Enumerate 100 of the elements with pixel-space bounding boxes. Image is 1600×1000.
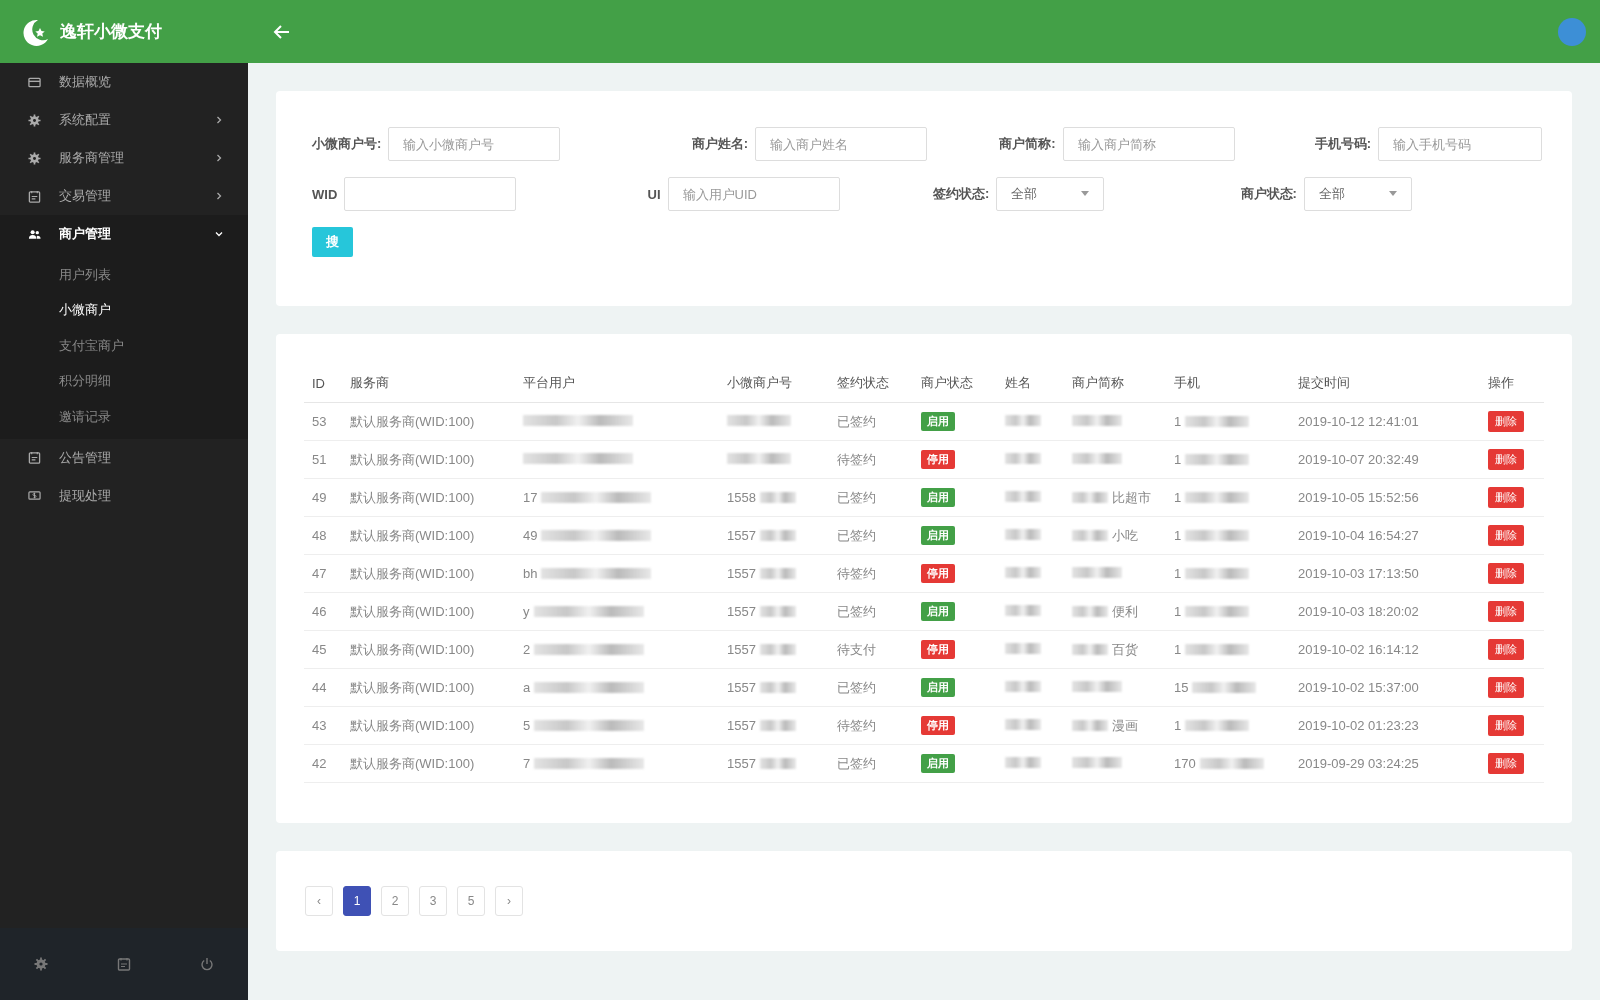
sidebar-item[interactable]: 系统配置 xyxy=(0,101,248,139)
column-header: 提交时间 xyxy=(1290,364,1480,403)
calendar-icon[interactable] xyxy=(117,957,131,971)
table-cell: 漫画 xyxy=(1112,716,1138,735)
redacted-text xyxy=(1005,415,1041,426)
filter-label: 签约状态: xyxy=(933,185,990,203)
table-cell: 2019-09-29 03:24:25 xyxy=(1290,744,1480,783)
delete-button[interactable]: 删除 xyxy=(1488,753,1524,774)
table-cell: 2019-10-02 01:23:23 xyxy=(1290,706,1480,745)
table-cell: 待支付 xyxy=(829,630,913,669)
redacted-text xyxy=(1072,644,1108,655)
filter-input[interactable]: 输入手机号码 xyxy=(1378,127,1542,161)
table-cell: 1558 xyxy=(727,490,756,505)
delete-button[interactable]: 删除 xyxy=(1488,525,1524,546)
redacted-text xyxy=(1005,681,1041,692)
table-cell: 2019-10-12 12:41:01 xyxy=(1290,402,1480,441)
redacted-text xyxy=(759,606,796,617)
table-cell: 1557 xyxy=(727,680,756,695)
settings-icon xyxy=(28,113,41,127)
settings-icon xyxy=(28,151,41,165)
redacted-text xyxy=(1185,720,1250,731)
delete-button[interactable]: 删除 xyxy=(1488,449,1524,470)
delete-button[interactable]: 删除 xyxy=(1488,639,1524,660)
submenu-item[interactable]: 邀请记录 xyxy=(0,399,248,435)
sidebar-item[interactable]: 商户管理 xyxy=(0,215,248,253)
page-button[interactable]: 2 xyxy=(381,886,409,916)
power-icon[interactable] xyxy=(199,957,214,971)
filter-input[interactable] xyxy=(344,177,517,211)
filter-label: UI xyxy=(647,186,661,202)
table-cell: a xyxy=(523,680,531,695)
filter-input[interactable]: 输入用户UID xyxy=(667,177,840,211)
page-button[interactable]: 1 xyxy=(343,886,371,916)
table-cell: 42 xyxy=(304,744,342,783)
delete-button[interactable]: 删除 xyxy=(1488,715,1524,736)
delete-button[interactable]: 删除 xyxy=(1488,563,1524,584)
table-cell: 待签约 xyxy=(829,554,913,593)
table-cell: 1 xyxy=(1174,566,1182,581)
table-cell: 2019-10-05 15:52:56 xyxy=(1290,478,1480,517)
delete-button[interactable]: 删除 xyxy=(1488,487,1524,508)
filter-input[interactable]: 输入商户姓名 xyxy=(755,127,927,161)
sidebar-item[interactable]: 公告管理 xyxy=(0,438,248,477)
money-icon xyxy=(28,489,41,502)
submenu-item[interactable]: 用户列表 xyxy=(0,257,248,293)
status-badge: 启用 xyxy=(921,412,955,431)
status-badge: 停用 xyxy=(921,640,955,659)
table-cell: 17 xyxy=(523,490,538,505)
column-header: 平台用户 xyxy=(515,364,719,403)
table-cell: 1557 xyxy=(727,642,756,657)
table-cell: 2019-10-04 16:54:27 xyxy=(1290,516,1480,555)
table-cell: 2019-10-03 18:20:02 xyxy=(1290,592,1480,631)
table-cell: 1 xyxy=(1174,528,1182,543)
redacted-text xyxy=(1005,605,1041,616)
sidebar-item[interactable]: 服务商管理 xyxy=(0,139,248,177)
redacted-text xyxy=(1072,567,1122,578)
filter-select[interactable]: 全部 xyxy=(1303,177,1412,211)
delete-button[interactable]: 删除 xyxy=(1488,601,1524,622)
delete-button[interactable]: 删除 xyxy=(1488,411,1524,432)
submenu-item[interactable]: 支付宝商户 xyxy=(0,328,248,364)
redacted-text xyxy=(1005,719,1041,730)
status-badge: 停用 xyxy=(921,564,955,583)
next-page-button[interactable]: › xyxy=(495,886,523,916)
column-header: 服务商 xyxy=(342,364,515,403)
table-cell: 15 xyxy=(1174,680,1189,695)
redacted-text xyxy=(1005,453,1041,464)
page-button[interactable]: 3 xyxy=(419,886,447,916)
redacted-text xyxy=(1072,681,1122,692)
sidebar-item[interactable]: 提现处理 xyxy=(0,476,248,515)
filter-label: 商户姓名: xyxy=(691,135,748,153)
submenu-item[interactable]: 积分明细 xyxy=(0,363,248,399)
redacted-text xyxy=(1185,416,1250,427)
redacted-text xyxy=(1072,453,1122,464)
table-cell: 45 xyxy=(304,630,342,669)
filter-input[interactable]: 输入小微商户号 xyxy=(388,127,561,161)
table-cell: 1 xyxy=(1174,452,1182,467)
table-cell: 7 xyxy=(523,756,531,771)
sidebar-item[interactable]: 交易管理 xyxy=(0,177,248,215)
page-button[interactable]: 5 xyxy=(457,886,485,916)
table-cell: 1557 xyxy=(727,604,756,619)
table-cell: 小吃 xyxy=(1112,526,1138,545)
redacted-text xyxy=(1185,568,1250,579)
settings-icon[interactable] xyxy=(34,957,49,971)
filter-input[interactable]: 输入商户简称 xyxy=(1062,127,1235,161)
delete-button[interactable]: 删除 xyxy=(1488,677,1524,698)
redacted-text xyxy=(1185,454,1250,465)
submenu-item[interactable]: 小微商户 xyxy=(0,292,248,328)
redacted-text xyxy=(1072,415,1122,426)
filter-select[interactable]: 全部 xyxy=(996,177,1105,211)
table-cell: 默认服务商(WID:100) xyxy=(342,402,515,441)
table-cell: 51 xyxy=(304,440,342,479)
column-header: 手机 xyxy=(1166,364,1290,403)
sidebar-item[interactable]: 数据概览 xyxy=(0,63,248,101)
redacted-text xyxy=(1192,682,1257,693)
redacted-text xyxy=(1185,530,1250,541)
redacted-text xyxy=(1005,643,1041,654)
table-cell: 已签约 xyxy=(829,592,913,631)
previous-page-button[interactable]: ‹ xyxy=(305,886,333,916)
table-cell: 43 xyxy=(304,706,342,745)
column-header: 商户简称 xyxy=(1064,364,1166,403)
table-cell: 53 xyxy=(304,402,342,441)
status-badge: 停用 xyxy=(921,450,955,469)
